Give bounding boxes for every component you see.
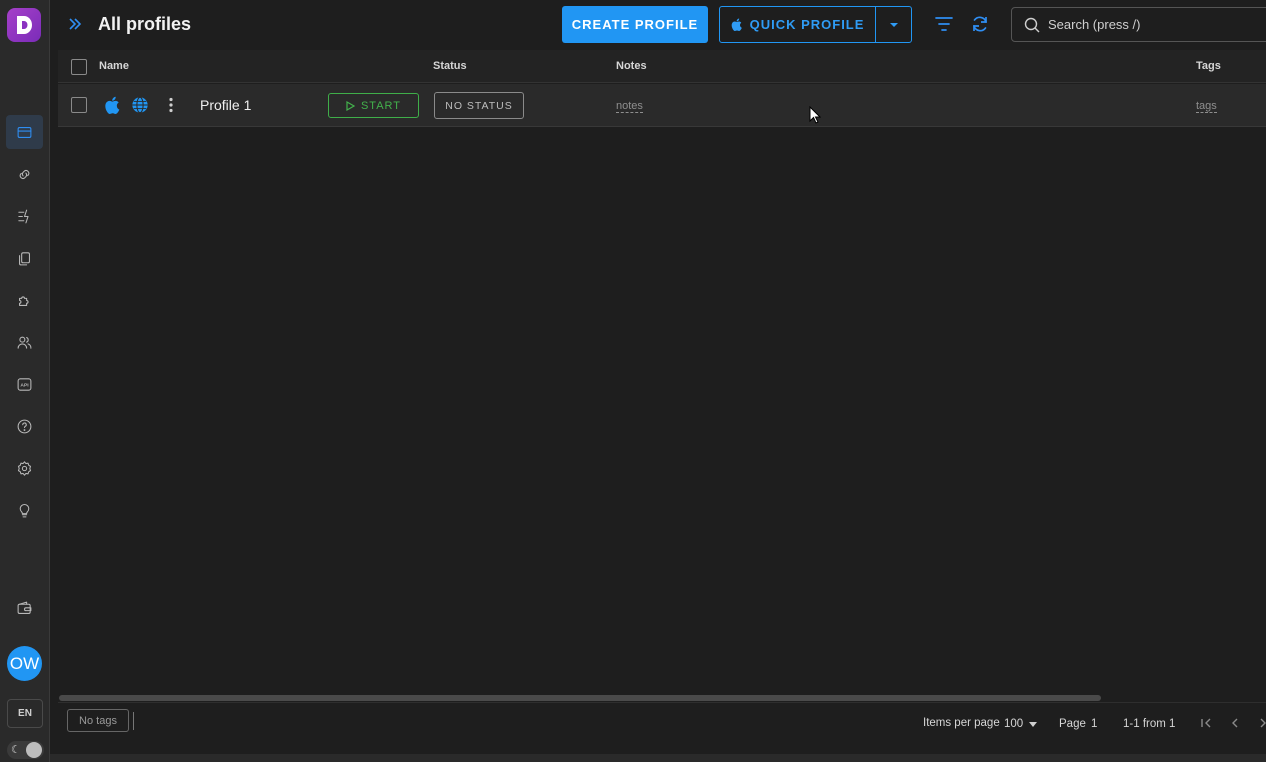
automation-icon	[18, 209, 29, 223]
table-header: Name Status Notes Tags	[58, 50, 1266, 83]
play-icon	[346, 100, 355, 111]
sidebar-item-profiles[interactable]	[6, 115, 43, 149]
tags-field[interactable]: tags	[1196, 100, 1217, 113]
no-tags-chip[interactable]: No tags	[67, 709, 129, 732]
globe-icon	[132, 96, 148, 114]
profiles-icon	[17, 126, 32, 138]
help-icon	[17, 419, 32, 433]
table-footer: No tags Items per page 100 Page 1 1-1 fr…	[58, 702, 1266, 750]
wallet-icon	[17, 601, 32, 614]
svg-text:API: API	[20, 382, 29, 388]
settings-icon	[17, 460, 32, 476]
sidebar: API OW EN ☾	[0, 0, 50, 762]
items-per-page-label: Items per page	[923, 717, 1000, 729]
start-label: START	[360, 99, 402, 112]
sidebar-item-automation[interactable]	[6, 199, 43, 233]
items-per-page-value: 100	[1004, 718, 1024, 730]
quick-profile-dropdown[interactable]	[876, 7, 911, 42]
caret-down-icon	[889, 22, 898, 27]
table-row[interactable]: Profile 1 START NO STATUS notes tags	[58, 84, 1266, 127]
link-icon	[19, 169, 30, 179]
sidebar-item-api[interactable]: API	[6, 367, 43, 401]
pagination-range: 1-1 from 1	[1123, 718, 1176, 730]
quick-profile-label: QUICK PROFILE	[749, 17, 865, 32]
column-header-status[interactable]: Status	[433, 60, 467, 72]
more-vertical-icon[interactable]	[162, 96, 180, 114]
app-logo[interactable]	[7, 8, 41, 42]
refresh-icon[interactable]	[970, 14, 990, 34]
apple-icon	[731, 18, 742, 31]
team-icon	[17, 336, 32, 349]
sidebar-item-wallet[interactable]	[6, 591, 43, 625]
sidebar-item-help[interactable]	[6, 409, 43, 443]
previous-page-icon[interactable]	[1228, 716, 1242, 730]
double-chevron-right-icon[interactable]	[66, 15, 84, 33]
column-header-name[interactable]: Name	[99, 60, 129, 72]
status-badge[interactable]: NO STATUS	[434, 92, 524, 119]
caret-down-icon	[1029, 721, 1038, 727]
select-all-checkbox[interactable]	[71, 59, 87, 75]
app: API OW EN ☾ All profiles CREATE PROFILE …	[0, 0, 1266, 762]
items-per-page-select[interactable]: 100	[1004, 718, 1038, 730]
row-checkbox[interactable]	[71, 97, 87, 113]
language-switcher[interactable]: EN	[7, 699, 43, 728]
search-box	[1011, 7, 1266, 42]
sidebar-item-proxies[interactable]	[6, 157, 43, 191]
notes-field[interactable]: notes	[616, 100, 643, 113]
sidebar-item-templates[interactable]	[6, 241, 43, 275]
page-title: All profiles	[98, 14, 192, 34]
mouse-cursor-icon	[809, 106, 821, 124]
horizontal-scrollbar[interactable]	[59, 695, 1101, 701]
page-label: Page	[1059, 718, 1086, 730]
toggle-knob	[26, 742, 42, 758]
theme-toggle[interactable]: ☾	[7, 741, 44, 759]
sidebar-item-settings[interactable]	[6, 451, 43, 485]
bulb-icon	[19, 503, 30, 517]
search-input[interactable]	[1048, 17, 1248, 32]
header: All profiles CREATE PROFILE QUICK PROFIL…	[50, 0, 1266, 50]
quick-profile-button-group: QUICK PROFILE	[719, 6, 912, 43]
sidebar-item-tips[interactable]	[6, 493, 43, 527]
api-icon: API	[17, 377, 32, 391]
search-icon	[1024, 17, 1040, 32]
profile-name[interactable]: Profile 1	[200, 97, 251, 113]
bottom-strip	[50, 754, 1266, 762]
create-profile-button[interactable]: CREATE PROFILE	[562, 6, 708, 43]
first-page-icon[interactable]	[1199, 716, 1213, 730]
moon-icon: ☾	[11, 744, 21, 756]
sidebar-item-team[interactable]	[6, 325, 43, 359]
filter-icon[interactable]	[934, 14, 954, 34]
page-number: 1	[1091, 718, 1098, 730]
profiles-table: Name Status Notes Tags Profile 1 START N…	[58, 50, 1266, 752]
divider	[133, 712, 134, 730]
next-page-icon[interactable]	[1256, 716, 1266, 730]
column-header-tags[interactable]: Tags	[1196, 60, 1221, 72]
copy-icon	[19, 251, 30, 265]
sidebar-item-extensions[interactable]	[6, 283, 43, 317]
user-avatar[interactable]: OW	[7, 646, 42, 681]
column-header-notes[interactable]: Notes	[616, 60, 647, 72]
extension-icon	[19, 295, 29, 306]
apple-icon	[105, 96, 120, 114]
quick-profile-button[interactable]: QUICK PROFILE	[720, 7, 876, 42]
start-button[interactable]: START	[328, 93, 419, 118]
